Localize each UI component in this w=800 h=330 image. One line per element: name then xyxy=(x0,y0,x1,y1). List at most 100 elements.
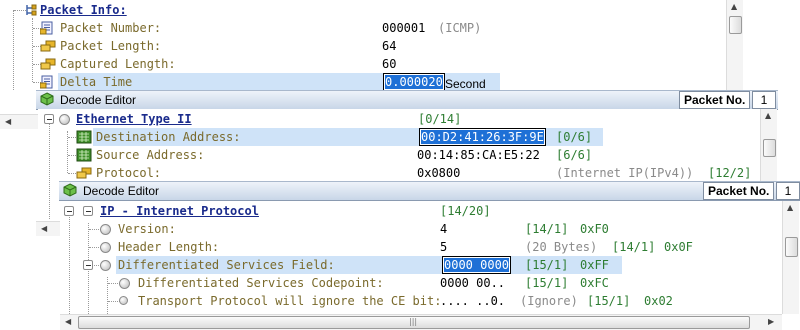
hscroll-thumb[interactable]: ||| xyxy=(78,316,750,329)
field-row-selected[interactable]: Differentiated Services Field: 0000 0000… xyxy=(60,256,782,274)
collapse-icon[interactable] xyxy=(83,206,93,216)
packet-no-label: Packet No. xyxy=(703,182,775,200)
packet-info-scrollbar[interactable]: ▲ xyxy=(726,0,743,92)
node-bullet-icon xyxy=(100,260,111,271)
field-label: Protocol: xyxy=(96,166,162,180)
packet-no-input[interactable]: 1 xyxy=(776,182,800,200)
field-range: [6/6] xyxy=(556,148,593,162)
field-row[interactable]: Captured Length: 60 xyxy=(0,55,742,73)
decode-editor-titlebar: Decode Editor Packet No. 1 xyxy=(36,90,778,110)
field-value: 0x0800 xyxy=(417,166,461,180)
field-value-edit[interactable]: 00:D2:41:26:3F:9E xyxy=(419,128,546,146)
key-field-icon xyxy=(76,167,92,179)
field-label: Delta Time xyxy=(60,75,133,89)
field-row[interactable]: Packet Number: 000001 (ICMP) xyxy=(0,19,742,37)
field-value: 64 xyxy=(382,39,397,53)
field-row[interactable]: Differentiated Services Codepoint: 0000 … xyxy=(60,274,782,292)
collapse-icon[interactable] xyxy=(64,206,74,216)
field-row[interactable]: Protocol: 0x0800 (Internet IP(IPv4)) [12… xyxy=(38,164,760,182)
field-row-selected[interactable]: Delta Time 0.000020 Second xyxy=(0,73,742,91)
field-row[interactable]: Packet Length: 64 xyxy=(0,37,742,55)
field-note: (20 Bytes) xyxy=(525,240,598,254)
field-value: 0000 00.. xyxy=(440,276,506,290)
node-bullet-icon xyxy=(100,242,111,253)
node-bullet-icon xyxy=(119,278,130,289)
collapse-icon[interactable] xyxy=(44,114,54,124)
document-field-icon xyxy=(40,21,53,35)
field-range: [15/1] xyxy=(587,294,631,308)
field-note: (ICMP) xyxy=(438,21,482,35)
field-value: 60 xyxy=(382,57,397,71)
ethernet-header-row[interactable]: Ethernet Type II [0/14] xyxy=(38,110,760,128)
field-range: [0/6] xyxy=(556,130,593,144)
field-label: Version: xyxy=(118,222,176,236)
field-label: Captured Length: xyxy=(60,57,176,71)
field-range: [14/1] xyxy=(612,240,656,254)
decode-editor-title: Decode Editor xyxy=(60,93,137,107)
field-row-selected[interactable]: Destination Address: 00:D2:41:26:3F:9E [… xyxy=(38,128,760,146)
field-range: [15/1] xyxy=(525,276,569,290)
field-hex: 0x02 xyxy=(644,294,673,308)
field-row[interactable]: Header Length: 5 (20 Bytes) [14/1] 0x0F xyxy=(60,238,782,256)
field-label: Destination Address: xyxy=(96,130,241,144)
hex-field-icon xyxy=(76,148,92,162)
decode-editor-icon xyxy=(40,92,54,106)
field-value: .... ..0. xyxy=(440,294,506,308)
field-label: Packet Number: xyxy=(60,21,162,35)
packet-info-header-row[interactable]: Packet Info: xyxy=(0,1,742,19)
field-value-edit[interactable]: 0.000020 xyxy=(383,73,445,91)
ip-hscrollbar[interactable]: ◀ ||| ▶ xyxy=(60,314,782,330)
field-range: [15/1] xyxy=(525,258,569,272)
field-value: 000001 xyxy=(382,21,426,35)
document-field-icon xyxy=(40,75,53,89)
node-bullet-icon xyxy=(59,114,70,125)
decode-editor-title: Decode Editor xyxy=(83,184,160,198)
field-label: Header Length: xyxy=(118,240,220,254)
packet-no-input[interactable]: 1 xyxy=(752,91,776,109)
packet-info-panel: Packet Info: Packet Number: 000001 (ICMP… xyxy=(0,0,742,92)
ip-panel: IP - Internet Protocol [14/20] Version: … xyxy=(60,201,782,314)
field-hex: 0x0F xyxy=(664,240,693,254)
ip-header-row[interactable]: IP - Internet Protocol [14/20] xyxy=(60,202,782,220)
field-value: 4 xyxy=(440,222,448,236)
scroll-thumb[interactable] xyxy=(729,16,742,34)
ip-header: IP - Internet Protocol xyxy=(100,204,259,218)
field-note: (Ignore) xyxy=(520,294,578,308)
field-label: Differentiated Services Field: xyxy=(118,258,335,272)
packet-info-header: Packet Info: xyxy=(40,3,127,17)
field-label: Transport Protocol will ignore the CE bi… xyxy=(138,294,442,308)
field-note: (Internet IP(IPv4)) xyxy=(556,166,694,180)
node-bullet-icon xyxy=(119,296,128,305)
field-range: [14/1] xyxy=(525,222,569,236)
header-range: [0/14] xyxy=(418,112,462,126)
header-range: [14/20] xyxy=(440,204,491,218)
field-hex: 0xFF xyxy=(580,258,609,272)
field-value: 5 xyxy=(440,240,448,254)
key-field-icon xyxy=(40,40,56,52)
decode-editor-icon xyxy=(63,183,77,197)
field-label: Source Address: xyxy=(96,148,205,162)
left-hscrollbar-2[interactable]: ◀ xyxy=(36,221,60,236)
key-field-icon xyxy=(40,58,56,70)
field-value-edit[interactable]: 0000 0000 xyxy=(442,256,512,274)
node-bullet-icon xyxy=(100,224,111,235)
tree-branch-icon xyxy=(26,4,37,16)
packet-no-label: Packet No. xyxy=(679,91,751,109)
decode-editor-titlebar-2: Decode Editor Packet No. 1 xyxy=(59,181,800,201)
collapse-icon[interactable] xyxy=(83,260,93,270)
scroll-thumb[interactable] xyxy=(763,139,776,157)
field-row[interactable]: Source Address: 00:14:85:CA:E5:22 [6/6] xyxy=(38,146,760,164)
field-row[interactable]: Version: 4 [14/1] 0xF0 xyxy=(60,220,782,238)
field-hex: 0xFC xyxy=(580,276,609,290)
field-hex: 0xF0 xyxy=(580,222,609,236)
field-row[interactable]: Transport Protocol will ignore the CE bi… xyxy=(60,292,782,310)
hex-field-icon xyxy=(76,130,92,144)
ethernet-header: Ethernet Type II xyxy=(76,112,192,126)
left-hscrollbar[interactable]: ◀ xyxy=(0,114,38,129)
field-label: Packet Length: xyxy=(60,39,162,53)
scroll-thumb[interactable] xyxy=(785,237,798,257)
ip-scrollbar[interactable]: ▲ xyxy=(782,201,799,314)
field-range: [12/2] xyxy=(708,166,752,180)
field-value: 00:14:85:CA:E5:22 xyxy=(417,148,540,162)
field-label: Differentiated Services Codepoint: xyxy=(138,276,384,290)
